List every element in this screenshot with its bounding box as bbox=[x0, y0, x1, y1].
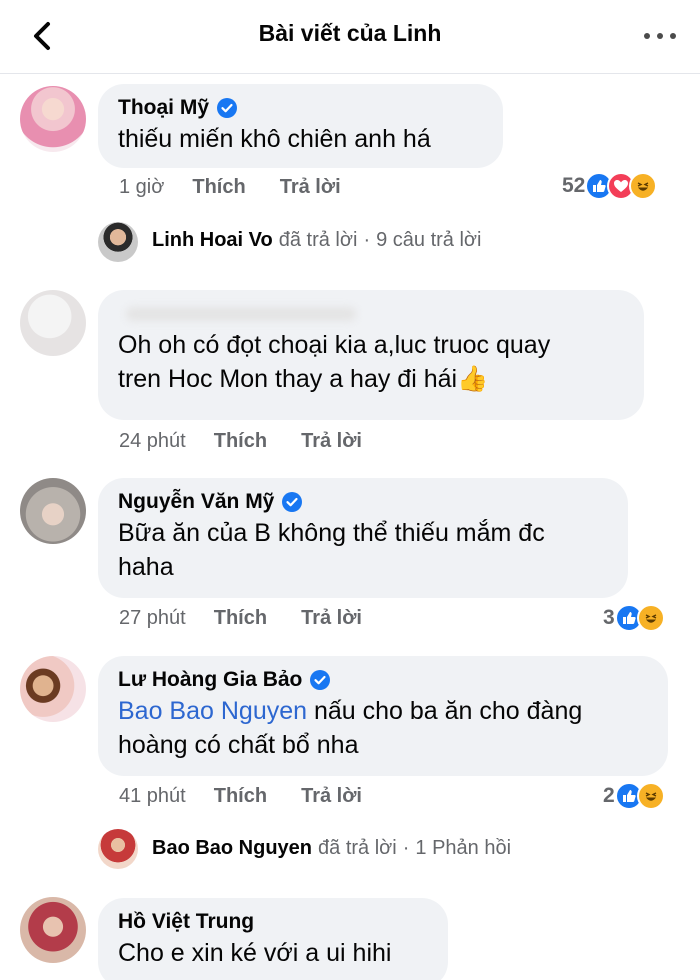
comment-author[interactable]: Thoại Mỹ bbox=[118, 94, 209, 122]
reply-separator: · bbox=[402, 837, 410, 859]
view-replies-link[interactable]: Bao Bao Nguyen đã trả lời · 1 Phản hồi bbox=[152, 837, 511, 860]
comment-text-line-1: Bao Bao Nguyen nấu cho ba ăn cho đàng bbox=[118, 697, 583, 725]
comment-text-line-1: Oh oh có đọt choại kia a,luc truoc quay bbox=[118, 331, 551, 359]
avatar[interactable] bbox=[20, 478, 86, 544]
comment-time: 1 giờ bbox=[119, 176, 165, 198]
reply-button[interactable]: Trả lời bbox=[301, 785, 362, 808]
comment-author[interactable]: Nguyễn Văn Mỹ bbox=[118, 488, 274, 516]
haha-reaction-icon bbox=[636, 782, 665, 810]
reaction-summary[interactable]: 3 bbox=[603, 604, 665, 632]
verified-icon bbox=[217, 98, 238, 118]
comment-author[interactable]: Lư Hoàng Gia Bảo bbox=[118, 666, 302, 694]
comment-text-line-2: hoàng có chất bổ nha bbox=[118, 731, 359, 759]
comment-bubble[interactable]: Lư Hoàng Gia Bảo Bao Bao Nguyen nấu cho … bbox=[98, 656, 668, 776]
reply-button[interactable]: Trả lời bbox=[280, 176, 341, 199]
like-button[interactable]: Thích bbox=[214, 607, 267, 630]
reply-action: đã trả lời bbox=[318, 837, 397, 859]
comment-text: Cho e xin ké với a ui hihi bbox=[118, 939, 392, 967]
haha-reaction-icon bbox=[629, 172, 658, 200]
verified-icon bbox=[310, 670, 331, 690]
avatar[interactable] bbox=[20, 290, 86, 356]
like-button[interactable]: Thích bbox=[214, 430, 267, 453]
reaction-count: 3 bbox=[603, 606, 615, 629]
reaction-count: 2 bbox=[603, 784, 615, 807]
thumbs-up-emoji: 👍 bbox=[457, 365, 489, 393]
reply-action: đã trả lời bbox=[278, 229, 358, 251]
reaction-summary[interactable]: 2 bbox=[603, 782, 665, 810]
reply-button[interactable]: Trả lời bbox=[301, 430, 362, 453]
comment-meta: 24 phút Thích Trả lời bbox=[119, 430, 396, 453]
comment-bubble[interactable]: Thoại Mỹ thiếu miến khô chiên anh há bbox=[98, 84, 503, 168]
comment-text-line-2: tren Hoc Mon thay a hay đi hái👍 bbox=[118, 365, 489, 393]
comment-text: thiếu miến khô chiên anh há bbox=[118, 125, 431, 153]
comment-bubble[interactable]: Oh oh có đọt choại kia a,luc truoc quay … bbox=[98, 290, 644, 420]
mention-link[interactable]: Bao Bao Nguyen bbox=[118, 697, 307, 725]
page-title: Bài viết của Linh bbox=[258, 20, 442, 46]
comment-time: 41 phút bbox=[119, 785, 186, 807]
avatar[interactable] bbox=[98, 222, 138, 262]
reply-count: 9 câu trả lời bbox=[376, 229, 482, 251]
comment-meta: 27 phút Thích Trả lời bbox=[119, 607, 396, 630]
like-button[interactable]: Thích bbox=[214, 785, 267, 808]
haha-reaction-icon bbox=[636, 604, 665, 632]
more-options-button[interactable] bbox=[640, 22, 680, 50]
avatar[interactable] bbox=[20, 656, 86, 722]
avatar[interactable] bbox=[20, 86, 86, 152]
comment-author[interactable]: Hồ Việt Trung bbox=[118, 908, 254, 936]
reply-author: Linh Hoai Vo bbox=[152, 229, 273, 251]
verified-icon bbox=[282, 492, 303, 512]
like-button[interactable]: Thích bbox=[192, 176, 245, 199]
comment-meta: 1 giờ Thích Trả lời bbox=[119, 176, 375, 199]
reply-separator: · bbox=[363, 229, 371, 251]
comment-text-line-1: Bữa ăn của B không thể thiếu mắm đc bbox=[118, 519, 545, 547]
reply-author: Bao Bao Nguyen bbox=[152, 837, 313, 859]
comment-time: 24 phút bbox=[119, 430, 186, 452]
reply-button[interactable]: Trả lời bbox=[301, 607, 362, 630]
comment-time: 27 phút bbox=[119, 607, 186, 629]
comment-bubble[interactable]: Hồ Việt Trung Cho e xin ké với a ui hihi bbox=[98, 898, 448, 980]
reply-count: 1 Phản hồi bbox=[415, 837, 512, 859]
comment-bubble[interactable]: Nguyễn Văn Mỹ Bữa ăn của B không thể thi… bbox=[98, 478, 628, 598]
reaction-count: 52 bbox=[562, 174, 586, 197]
more-icon bbox=[644, 33, 650, 39]
avatar[interactable] bbox=[20, 897, 86, 963]
top-bar: Bài viết của Linh bbox=[0, 0, 700, 74]
comment-author-blurred bbox=[118, 300, 624, 328]
comment-text-line-2: haha bbox=[118, 553, 174, 581]
avatar[interactable] bbox=[98, 829, 138, 869]
comment-meta: 41 phút Thích Trả lời bbox=[119, 785, 396, 808]
reaction-summary[interactable]: 52 bbox=[562, 172, 658, 200]
view-replies-link[interactable]: Linh Hoai Vo đã trả lời · 9 câu trả lời bbox=[152, 229, 482, 252]
